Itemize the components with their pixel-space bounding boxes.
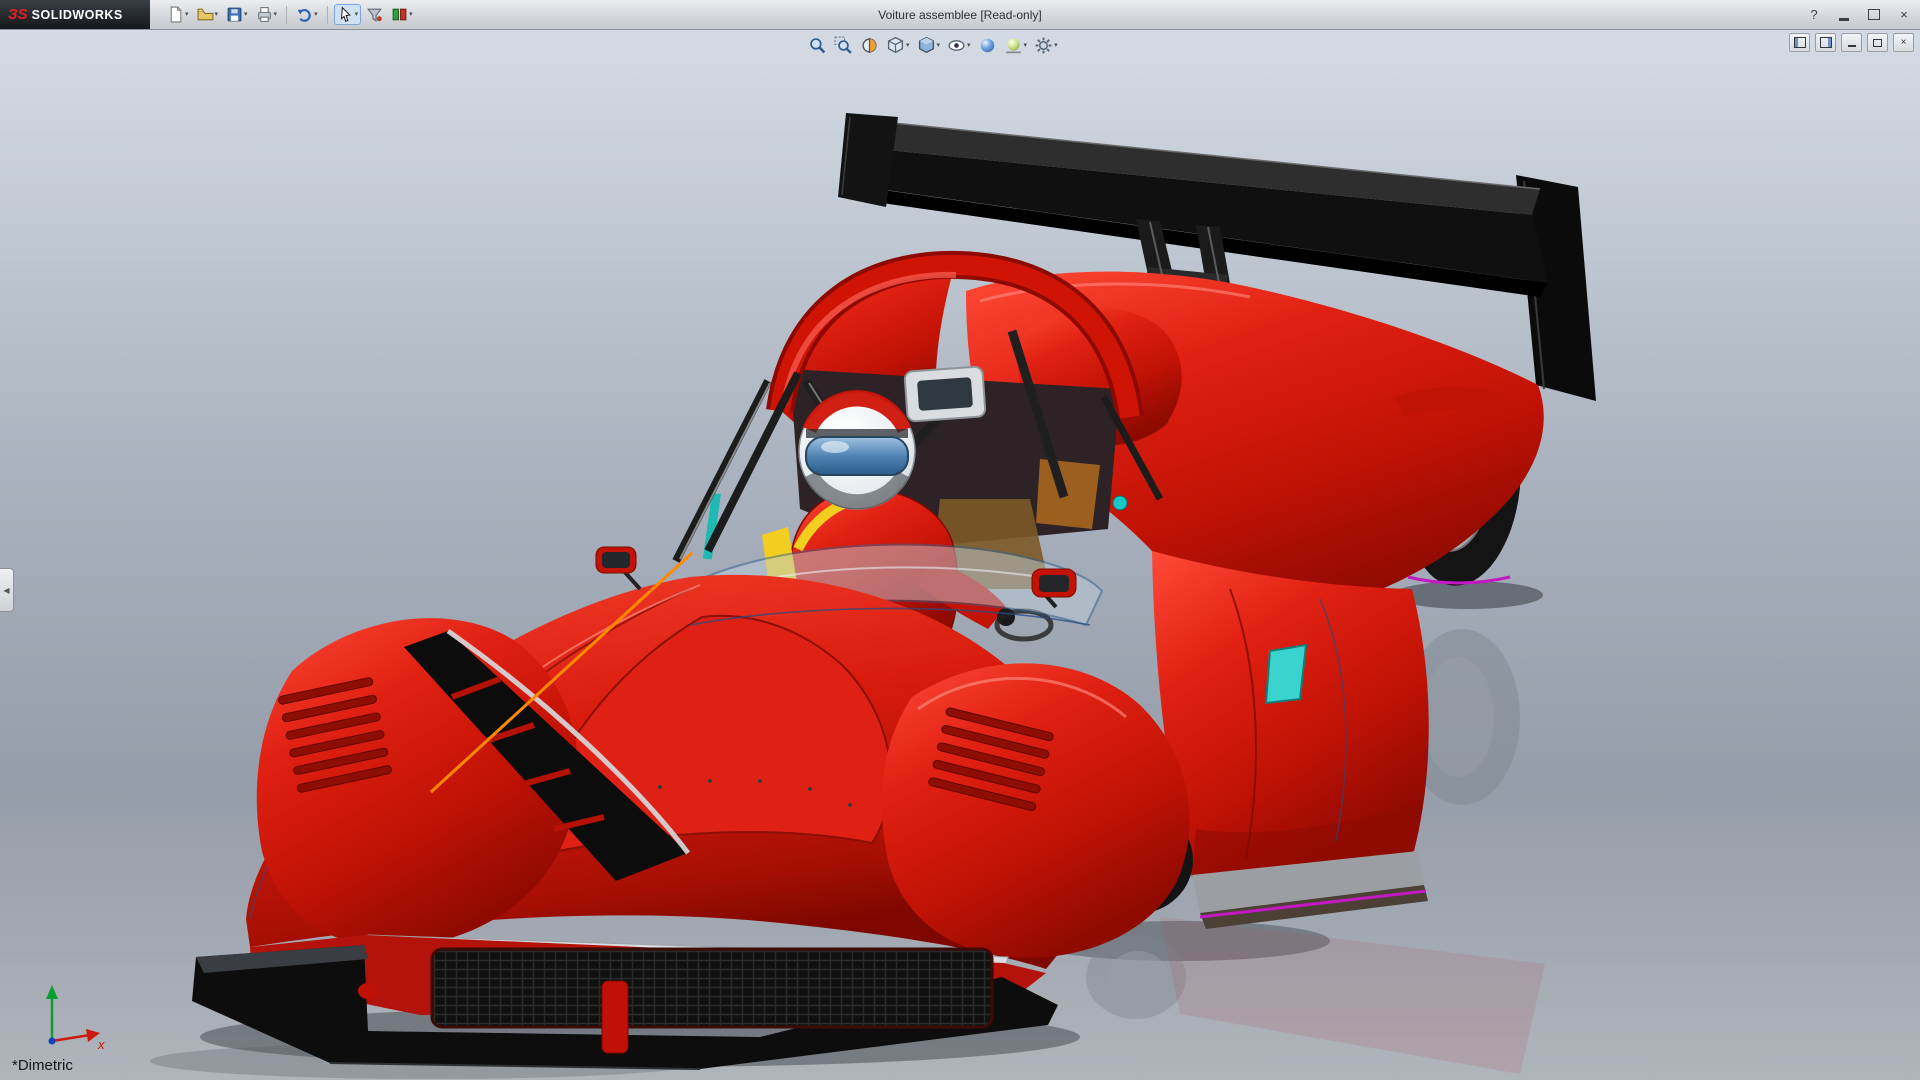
view-orientation-label: *Dimetric	[12, 1057, 73, 1074]
zoom-to-area-icon	[834, 36, 853, 55]
display-style-button[interactable]: ▾	[915, 34, 943, 57]
display-style-icon	[917, 36, 936, 55]
minimize-icon	[1848, 45, 1856, 47]
toolbar-separator	[327, 6, 328, 24]
driver-helmet	[799, 390, 915, 509]
help-button[interactable]: ?	[1802, 5, 1826, 25]
title-bar: ЗS SOLIDWORKS ▾ ▾ ▾ ▾ ▾ ▾	[0, 0, 1920, 30]
dropdown-caret-icon[interactable]: ▾	[1024, 42, 1028, 49]
section-view-button[interactable]	[858, 34, 881, 57]
selection-filter-button[interactable]	[363, 4, 386, 25]
document-window-controls: ×	[1789, 33, 1914, 52]
side-window	[1266, 645, 1306, 703]
appearance-swatch-icon	[391, 6, 408, 23]
save-floppy-icon	[226, 6, 243, 23]
selection-filter-icon	[366, 6, 383, 23]
collapsed-panel-tab[interactable]: ◀	[0, 568, 14, 612]
apply-scene-icon	[1004, 36, 1023, 55]
intake-box	[904, 366, 985, 421]
restore-icon	[1873, 39, 1882, 47]
printer-icon	[256, 6, 273, 23]
window-controls: ? ×	[1802, 0, 1916, 29]
solidworks-brand-text: SOLIDWORKS	[32, 8, 123, 22]
helmet-visor	[806, 437, 908, 475]
dropdown-caret-icon[interactable]: ▾	[967, 42, 971, 49]
heads-up-view-toolbar: ▾ ▾ ▾ ▾ ▾	[806, 34, 1060, 57]
feature-manager-toggle-button[interactable]	[1789, 33, 1810, 52]
window-title: Voiture assemblee [Read-only]	[878, 0, 1041, 29]
dropdown-caret-icon[interactable]: ▾	[185, 11, 189, 18]
select-button[interactable]: ▾	[334, 4, 362, 25]
select-cursor-icon	[337, 6, 354, 23]
main-toolbar: ▾ ▾ ▾ ▾ ▾ ▾ ▾	[150, 4, 416, 25]
dropdown-caret-icon[interactable]: ▾	[314, 11, 318, 18]
new-document-icon	[167, 6, 184, 23]
dropdown-caret-icon[interactable]: ▾	[1054, 42, 1058, 49]
zoom-to-fit-icon	[808, 36, 827, 55]
edit-appearance-icon	[978, 36, 997, 55]
dropdown-caret-icon[interactable]: ▾	[215, 11, 219, 18]
close-button[interactable]: ×	[1892, 5, 1916, 25]
view-orientation-button[interactable]: ▾	[884, 34, 912, 57]
dropdown-caret-icon[interactable]: ▾	[409, 11, 413, 18]
save-button[interactable]: ▾	[223, 4, 251, 25]
maximize-icon	[1868, 9, 1880, 20]
undo-button[interactable]: ▾	[293, 4, 321, 25]
appearance-swatch-button[interactable]: ▾	[388, 4, 416, 25]
section-view-icon	[860, 36, 879, 55]
minimize-button[interactable]	[1832, 5, 1856, 25]
toolbar-separator	[286, 6, 287, 24]
doc-restore-button[interactable]	[1867, 33, 1888, 52]
zoom-to-fit-button[interactable]	[806, 34, 829, 57]
panel-left-icon	[1794, 37, 1806, 48]
doc-close-button[interactable]: ×	[1893, 33, 1914, 52]
hide-show-items-button[interactable]: ▾	[945, 34, 973, 57]
dropdown-caret-icon[interactable]: ▾	[906, 42, 910, 49]
view-settings-button[interactable]: ▾	[1032, 34, 1060, 57]
panel-right-icon	[1820, 37, 1832, 48]
undo-arrow-icon	[296, 6, 313, 23]
print-button[interactable]: ▾	[253, 4, 281, 25]
zoom-to-area-button[interactable]	[832, 34, 855, 57]
view-orientation-icon	[886, 36, 905, 55]
solidworks-logo-mark-icon: ЗS	[8, 6, 28, 23]
new-document-button[interactable]: ▾	[164, 4, 192, 25]
nose-pylon	[602, 981, 628, 1053]
apply-scene-button[interactable]: ▾	[1002, 34, 1030, 57]
hide-show-items-icon	[947, 36, 966, 55]
minimize-icon	[1839, 18, 1849, 21]
radiator-grille	[432, 949, 992, 1027]
view-settings-icon	[1034, 36, 1053, 55]
triad-x-label: x	[97, 1037, 105, 1052]
3d-scene[interactable]: x	[0, 29, 1920, 1080]
open-button[interactable]: ▾	[194, 4, 222, 25]
open-folder-icon	[197, 6, 214, 23]
dropdown-caret-icon[interactable]: ▾	[937, 42, 941, 49]
doc-minimize-button[interactable]	[1841, 33, 1862, 52]
maximize-button[interactable]	[1862, 5, 1886, 25]
teal-fitting	[1113, 496, 1127, 510]
dropdown-caret-icon[interactable]: ▾	[244, 11, 248, 18]
edit-appearance-button[interactable]	[976, 34, 999, 57]
graphics-viewport[interactable]: x ▾ ▾ ▾ ▾ ▾	[0, 29, 1920, 1080]
task-pane-toggle-button[interactable]	[1815, 33, 1836, 52]
dropdown-caret-icon[interactable]: ▾	[355, 11, 359, 18]
dropdown-caret-icon[interactable]: ▾	[274, 11, 278, 18]
solidworks-logo: ЗS SOLIDWORKS	[0, 0, 150, 29]
